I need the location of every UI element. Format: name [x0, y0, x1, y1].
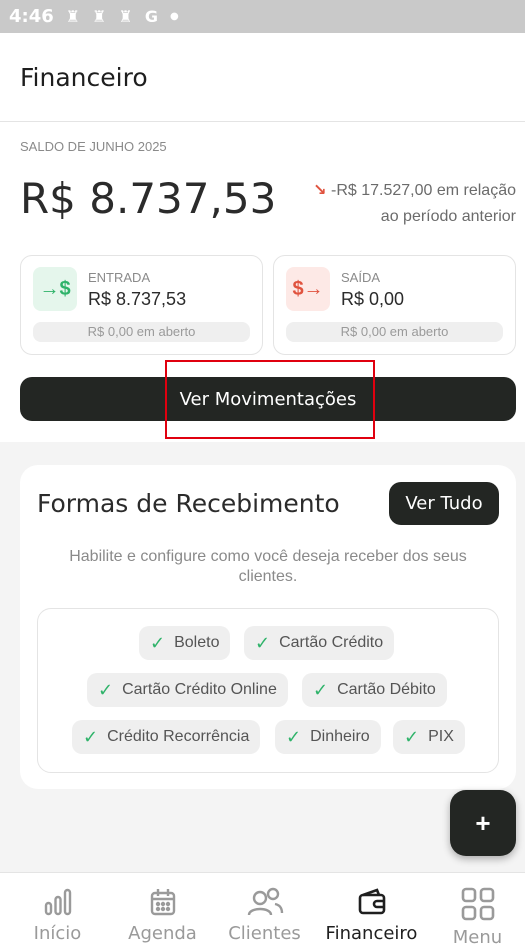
- expense-icon: $→: [286, 267, 330, 311]
- trend-down-icon: ↘: [313, 182, 327, 199]
- nav-item-clientes[interactable]: Clientes: [212, 873, 317, 947]
- calendar-icon: [150, 889, 175, 916]
- balance-delta: ↘ -R$ 17.527,00 em relação ao período an…: [286, 178, 516, 230]
- check-icon: ✓: [404, 726, 420, 747]
- balance-amount: R$ 8.737,53: [20, 174, 277, 223]
- dot-icon: ●: [169, 11, 179, 22]
- nav-label: Agenda: [128, 923, 197, 944]
- check-icon: ✓: [98, 679, 114, 700]
- view-transactions-button[interactable]: Ver Movimentações: [20, 377, 516, 421]
- delta-line-1: -R$ 17.527,00 em relação: [331, 182, 516, 199]
- nav-label: Clientes: [228, 923, 301, 944]
- nav-item-menu[interactable]: Menu: [425, 873, 525, 947]
- method-label: Cartão Crédito Online: [122, 681, 277, 698]
- expense-pending: R$ 0,00 em aberto: [286, 322, 503, 342]
- nav-item-financeiro[interactable]: Financeiro: [319, 873, 424, 947]
- method-label: Dinheiro: [310, 728, 370, 745]
- google-icon: G: [144, 7, 158, 26]
- check-icon: ✓: [150, 632, 166, 653]
- method-chip[interactable]: ✓ Crédito Recorrência: [72, 720, 261, 754]
- method-chip[interactable]: ✓ Boleto: [139, 626, 231, 660]
- balance-period: SALDO DE JUNHO 2025: [20, 139, 167, 154]
- nav-label: Menu: [452, 927, 503, 947]
- users-icon: [247, 887, 283, 916]
- bottom-nav: Início Agenda Clientes Financeiro Menu: [0, 872, 525, 947]
- expense-value: R$ 0,00: [341, 289, 405, 309]
- page-header: Financeiro: [0, 33, 525, 122]
- check-icon: ✓: [286, 726, 302, 747]
- nav-label: Início: [33, 923, 82, 944]
- method-chip[interactable]: ✓ PIX: [393, 720, 465, 754]
- status-time: 4:46: [9, 6, 54, 27]
- method-chip[interactable]: ✓ Cartão Crédito: [244, 626, 395, 660]
- nav-label: Financeiro: [325, 923, 418, 944]
- method-label: Boleto: [174, 634, 220, 651]
- expense-label: SAÍDA: [341, 270, 381, 285]
- add-button[interactable]: +: [450, 790, 516, 856]
- notification-icon: ♜: [118, 7, 133, 26]
- income-pending: R$ 0,00 em aberto: [33, 322, 250, 342]
- income-icon: →$: [33, 267, 77, 311]
- income-value: R$ 8.737,53: [88, 289, 187, 309]
- method-chip[interactable]: ✓ Dinheiro: [275, 720, 381, 754]
- methods-list: ✓ Boleto ✓ Cartão Crédito ✓ Cartão Crédi…: [37, 608, 499, 773]
- grid-icon: [461, 887, 494, 921]
- income-label: ENTRADA: [88, 270, 151, 285]
- method-label: PIX: [428, 728, 454, 745]
- check-icon: ✓: [255, 632, 271, 653]
- status-bar: 4:46 ♜ ♜ ♜ G ●: [0, 0, 525, 33]
- wallet-icon: [358, 888, 385, 915]
- check-icon: ✓: [313, 679, 329, 700]
- check-icon: ✓: [83, 726, 99, 747]
- page-title: Financeiro: [20, 62, 148, 92]
- chart-icon: [44, 888, 71, 916]
- methods-title: Formas de Recebimento: [37, 489, 340, 518]
- income-card[interactable]: →$ ENTRADA R$ 8.737,53 R$ 0,00 em aberto: [20, 255, 263, 355]
- nav-item-inicio[interactable]: Início: [5, 873, 110, 947]
- payment-methods-card: Formas de Recebimento Ver Tudo Habilite …: [20, 465, 516, 789]
- nav-item-agenda[interactable]: Agenda: [110, 873, 215, 947]
- method-chip[interactable]: ✓ Cartão Débito: [302, 673, 447, 707]
- methods-description: Habilite e configure como você deseja re…: [69, 548, 467, 585]
- expense-card[interactable]: $→ SAÍDA R$ 0,00 R$ 0,00 em aberto: [273, 255, 516, 355]
- notification-icon: ♜: [92, 7, 107, 26]
- method-label: Cartão Débito: [337, 681, 436, 698]
- balance-section: SALDO DE JUNHO 2025 R$ 8.737,53 ↘ -R$ 17…: [0, 122, 525, 442]
- notification-icon: ♜: [65, 7, 81, 26]
- method-chip[interactable]: ✓ Cartão Crédito Online: [87, 673, 288, 707]
- delta-line-2: ao período anterior: [380, 208, 516, 225]
- method-label: Cartão Crédito: [279, 634, 384, 651]
- view-all-button[interactable]: Ver Tudo: [389, 482, 499, 525]
- method-label: Crédito Recorrência: [107, 728, 250, 745]
